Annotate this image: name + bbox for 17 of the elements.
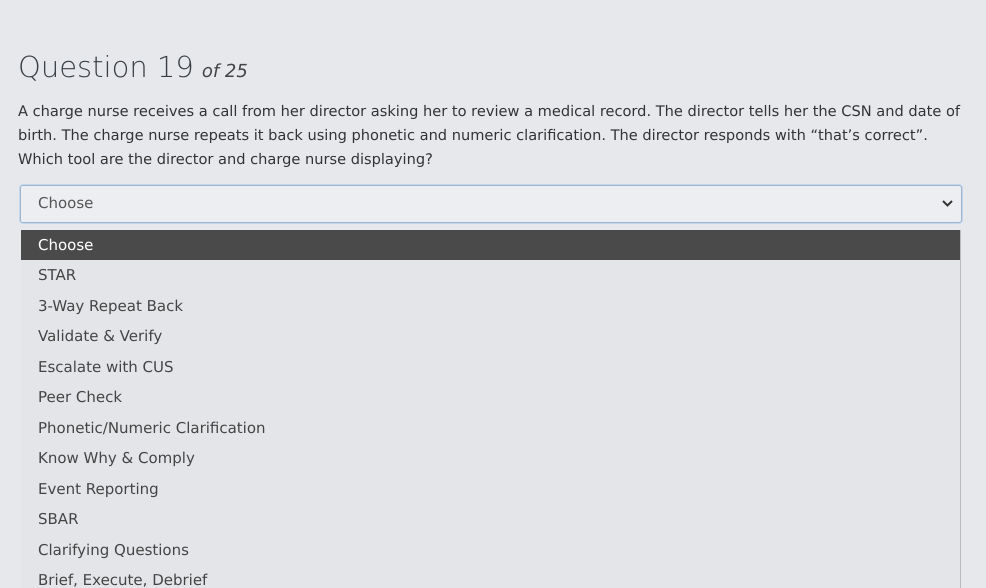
dropdown-option[interactable]: STAR <box>21 260 960 290</box>
chevron-down-icon <box>942 200 953 207</box>
dropdown-option[interactable]: Peer Check <box>21 382 960 412</box>
dropdown-option[interactable]: Choose <box>21 230 960 260</box>
dropdown-option[interactable]: Escalate with CUS <box>21 352 960 382</box>
dropdown-option[interactable]: Brief, Execute, Debrief <box>21 565 960 588</box>
question-count: of 25 <box>202 60 248 84</box>
question-text: A charge nurse receives a call from her director asking her to review a medical record. The director tells her the CSN and date of birth. The charge nurse repeats it back using phonetic and numeric clarification. The director responds with “that’s correct”. Which tool are the director and charge nurse displaying? <box>18 102 962 170</box>
dropdown-option[interactable]: Know Why & Comply <box>21 443 960 474</box>
dropdown-option[interactable]: Clarifying Questions <box>21 534 960 565</box>
answer-dropdown[interactable]: Choose <box>20 184 962 222</box>
dropdown-option[interactable]: 3-Way Repeat Back <box>21 290 960 321</box>
dropdown-option[interactable]: Validate & Verify <box>21 321 960 352</box>
dropdown-option[interactable]: Event Reporting <box>21 474 960 504</box>
dropdown-option[interactable]: Phonetic/Numeric Clarification <box>21 412 960 443</box>
dropdown-option[interactable]: SBAR <box>21 504 960 534</box>
question-title: Question 19 <box>18 49 194 86</box>
